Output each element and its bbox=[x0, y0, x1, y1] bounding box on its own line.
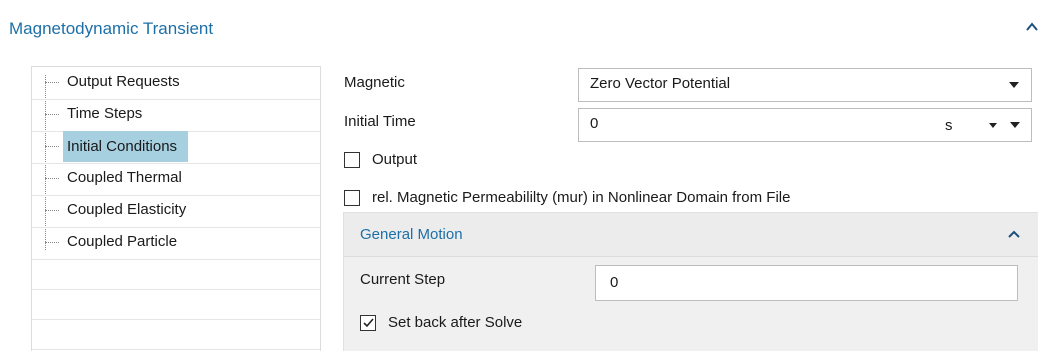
chevron-up-icon[interactable] bbox=[1008, 229, 1020, 239]
general-motion-panel: General Motion Current Step 0 Set back a… bbox=[343, 212, 1038, 351]
mur-checkbox[interactable] bbox=[344, 190, 360, 206]
magnetic-label: Magnetic bbox=[344, 74, 405, 91]
dropdown-arrow-icon[interactable] bbox=[1010, 122, 1020, 128]
tree-item-coupled-thermal[interactable]: Coupled Thermal bbox=[32, 163, 320, 196]
unit-dropdown-icon[interactable] bbox=[989, 123, 997, 128]
general-motion-header[interactable]: General Motion bbox=[344, 213, 1038, 257]
initial-time-unit[interactable]: s bbox=[945, 117, 953, 134]
tree-item-label: Initial Conditions bbox=[63, 131, 189, 162]
set-back-label: Set back after Solve bbox=[388, 314, 523, 331]
tree-branch bbox=[45, 146, 59, 147]
initial-time-value: 0 bbox=[590, 115, 599, 132]
initial-time-input[interactable]: 0 s bbox=[578, 108, 1032, 142]
current-step-input[interactable]: 0 bbox=[595, 265, 1018, 301]
tree-item-label: Coupled Elasticity bbox=[67, 201, 187, 218]
tree-empty-row bbox=[32, 259, 320, 290]
tree-item-coupled-particle[interactable]: Coupled Particle bbox=[32, 227, 320, 260]
checkmark-icon bbox=[363, 318, 374, 328]
tree-branch bbox=[45, 242, 59, 243]
tree-panel: Output Requests Time Steps Initial Condi… bbox=[31, 66, 321, 351]
initial-time-label: Initial Time bbox=[344, 113, 416, 130]
tree-item-label: Coupled Particle bbox=[67, 233, 178, 250]
tree-branch bbox=[45, 210, 59, 211]
output-label: Output bbox=[372, 151, 418, 168]
general-motion-title: General Motion bbox=[360, 226, 463, 243]
tree-branch bbox=[45, 82, 59, 83]
tree-item-coupled-elasticity[interactable]: Coupled Elasticity bbox=[32, 195, 320, 228]
dropdown-arrow-icon bbox=[1009, 82, 1019, 88]
tree-branch bbox=[45, 178, 59, 179]
tree-empty-row bbox=[32, 319, 320, 350]
tree-item-output-requests[interactable]: Output Requests bbox=[32, 67, 320, 100]
current-step-value: 0 bbox=[610, 274, 619, 291]
chevron-up-icon[interactable] bbox=[1024, 18, 1038, 36]
tree-item-label: Time Steps bbox=[67, 105, 143, 122]
tree-item-time-steps[interactable]: Time Steps bbox=[32, 99, 320, 132]
section-title: Magnetodynamic Transient bbox=[9, 19, 214, 38]
tree-item-label: Output Requests bbox=[67, 73, 180, 90]
tree-item-label: Coupled Thermal bbox=[67, 169, 182, 186]
magnetic-select[interactable]: Zero Vector Potential bbox=[578, 68, 1032, 102]
magnetic-select-value: Zero Vector Potential bbox=[590, 75, 731, 92]
tree-branch bbox=[45, 114, 59, 115]
tree-empty-row bbox=[32, 289, 320, 320]
tree-item-initial-conditions[interactable]: Initial Conditions bbox=[32, 131, 320, 164]
output-checkbox[interactable] bbox=[344, 152, 360, 168]
current-step-label: Current Step bbox=[360, 271, 446, 288]
mur-label: rel. Magnetic Permeabililty (mur) in Non… bbox=[372, 189, 791, 206]
set-back-checkbox[interactable] bbox=[360, 315, 376, 331]
